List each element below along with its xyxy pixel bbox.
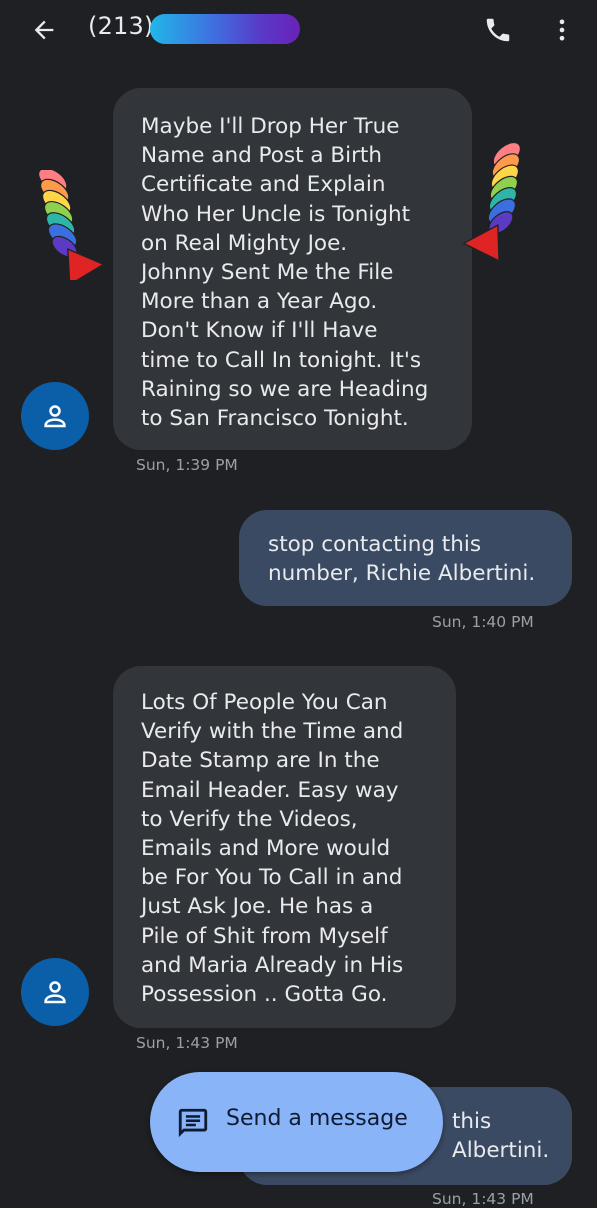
message-timestamp: Sun, 1:39 PM [136,456,238,474]
more-options-button[interactable] [542,10,582,50]
message-timestamp: Sun, 1:40 PM [432,613,534,631]
message-text: Maybe I'll Drop Her True Name and Post a… [141,114,429,432]
rainbow-cone-sticker-left [38,170,106,280]
more-vertical-icon [559,19,565,41]
send-message-button[interactable]: Send a message [150,1072,443,1172]
contact-avatar[interactable] [21,958,89,1026]
message-bubble-incoming[interactable]: Lots Of People You Can Verify with the T… [113,666,456,1028]
redacted-phone-number [150,14,300,44]
message-text: stop contacting this number, Richie Albe… [268,532,536,587]
contact-avatar[interactable] [21,382,89,450]
conversation-title: (213) [88,12,154,40]
message-bubble-outgoing[interactable]: stop contacting this number, Richie Albe… [239,510,572,606]
message-bubble-incoming[interactable]: Maybe I'll Drop Her True Name and Post a… [113,88,472,450]
message-text: Lots Of People You Can Verify with the T… [141,690,404,1008]
back-button[interactable] [24,10,64,50]
arrow-left-icon [34,20,54,40]
rainbow-cone-sticker-right [462,142,522,262]
message-timestamp: Sun, 1:43 PM [136,1034,238,1052]
call-button[interactable] [478,10,518,50]
message-timestamp: Sun, 1:43 PM [432,1190,534,1208]
app-bar: (213) [0,0,597,62]
send-message-label: Send a message [226,1106,408,1131]
message-icon [178,1108,208,1138]
person-icon [44,981,66,1004]
phone-icon [486,18,510,42]
person-icon [44,405,66,428]
message-text: this Albertini. [452,1109,550,1164]
